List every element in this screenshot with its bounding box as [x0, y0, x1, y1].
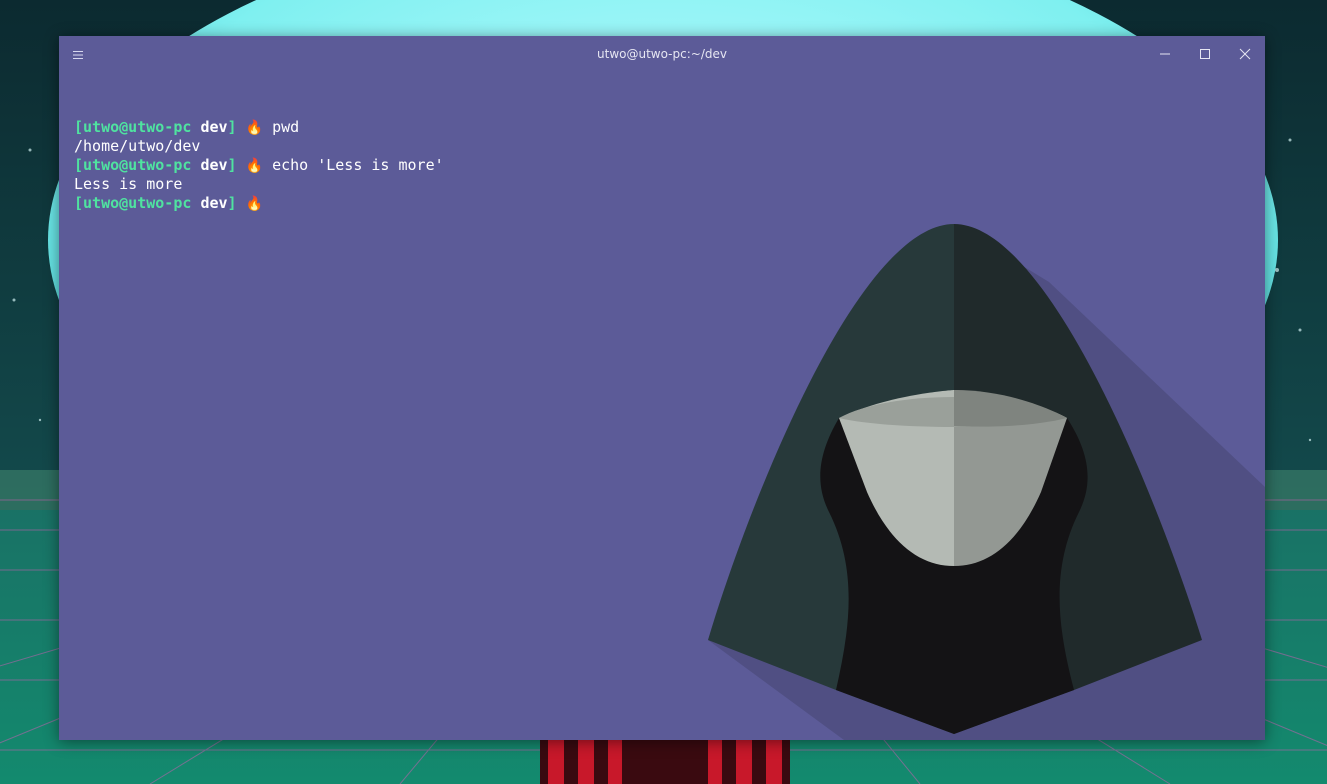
close-icon	[1239, 48, 1251, 60]
menu-button[interactable]	[71, 47, 85, 61]
maximize-button[interactable]	[1195, 44, 1215, 64]
terminal-line-command: [utwo@utwo-pc dev] 🔥 pwd	[74, 118, 444, 137]
prompt-dir: dev	[200, 118, 228, 136]
prompt-user-host: [utwo@utwo-pc	[74, 156, 192, 174]
close-button[interactable]	[1235, 44, 1255, 64]
terminal-window[interactable]: utwo@utwo-pc:~/dev [utwo@utwo-pc dev] 🔥 …	[59, 36, 1265, 740]
prompt-user-host: [utwo@utwo-pc	[74, 194, 192, 212]
prompt-close-bracket: ]	[227, 194, 237, 212]
flame-icon: 🔥	[245, 158, 264, 174]
prompt-close-bracket: ]	[227, 118, 237, 136]
minimize-button[interactable]	[1155, 44, 1175, 64]
flame-icon: 🔥	[245, 196, 264, 212]
terminal-line-command: [utwo@utwo-pc dev] 🔥	[74, 194, 444, 213]
maximize-icon	[1200, 49, 1210, 59]
terminal-line-output: /home/utwo/dev	[74, 137, 201, 155]
flame-icon: 🔥	[245, 120, 264, 136]
terminal-line-output: Less is more	[74, 175, 183, 193]
desktop: utwo@utwo-pc:~/dev [utwo@utwo-pc dev] 🔥 …	[0, 0, 1327, 784]
prompt-dir: dev	[200, 194, 228, 212]
prompt-user-host: [utwo@utwo-pc	[74, 118, 192, 136]
command-text: pwd	[272, 118, 300, 136]
terminal-line-command: [utwo@utwo-pc dev] 🔥 echo 'Less is more'	[74, 156, 444, 175]
titlebar[interactable]: utwo@utwo-pc:~/dev	[59, 36, 1265, 72]
terminal-body[interactable]: [utwo@utwo-pc dev] 🔥 pwd/home/utwo/dev [u…	[59, 72, 1265, 740]
minimize-icon	[1160, 53, 1170, 55]
window-title: utwo@utwo-pc:~/dev	[597, 47, 727, 61]
hamburger-icon	[73, 51, 83, 59]
red-stripes	[540, 740, 790, 784]
prompt-dir: dev	[200, 156, 228, 174]
command-text: echo 'Less is more'	[272, 156, 444, 174]
terminal-output[interactable]: [utwo@utwo-pc dev] 🔥 pwd/home/utwo/dev [u…	[74, 118, 444, 213]
prompt-close-bracket: ]	[227, 156, 237, 174]
